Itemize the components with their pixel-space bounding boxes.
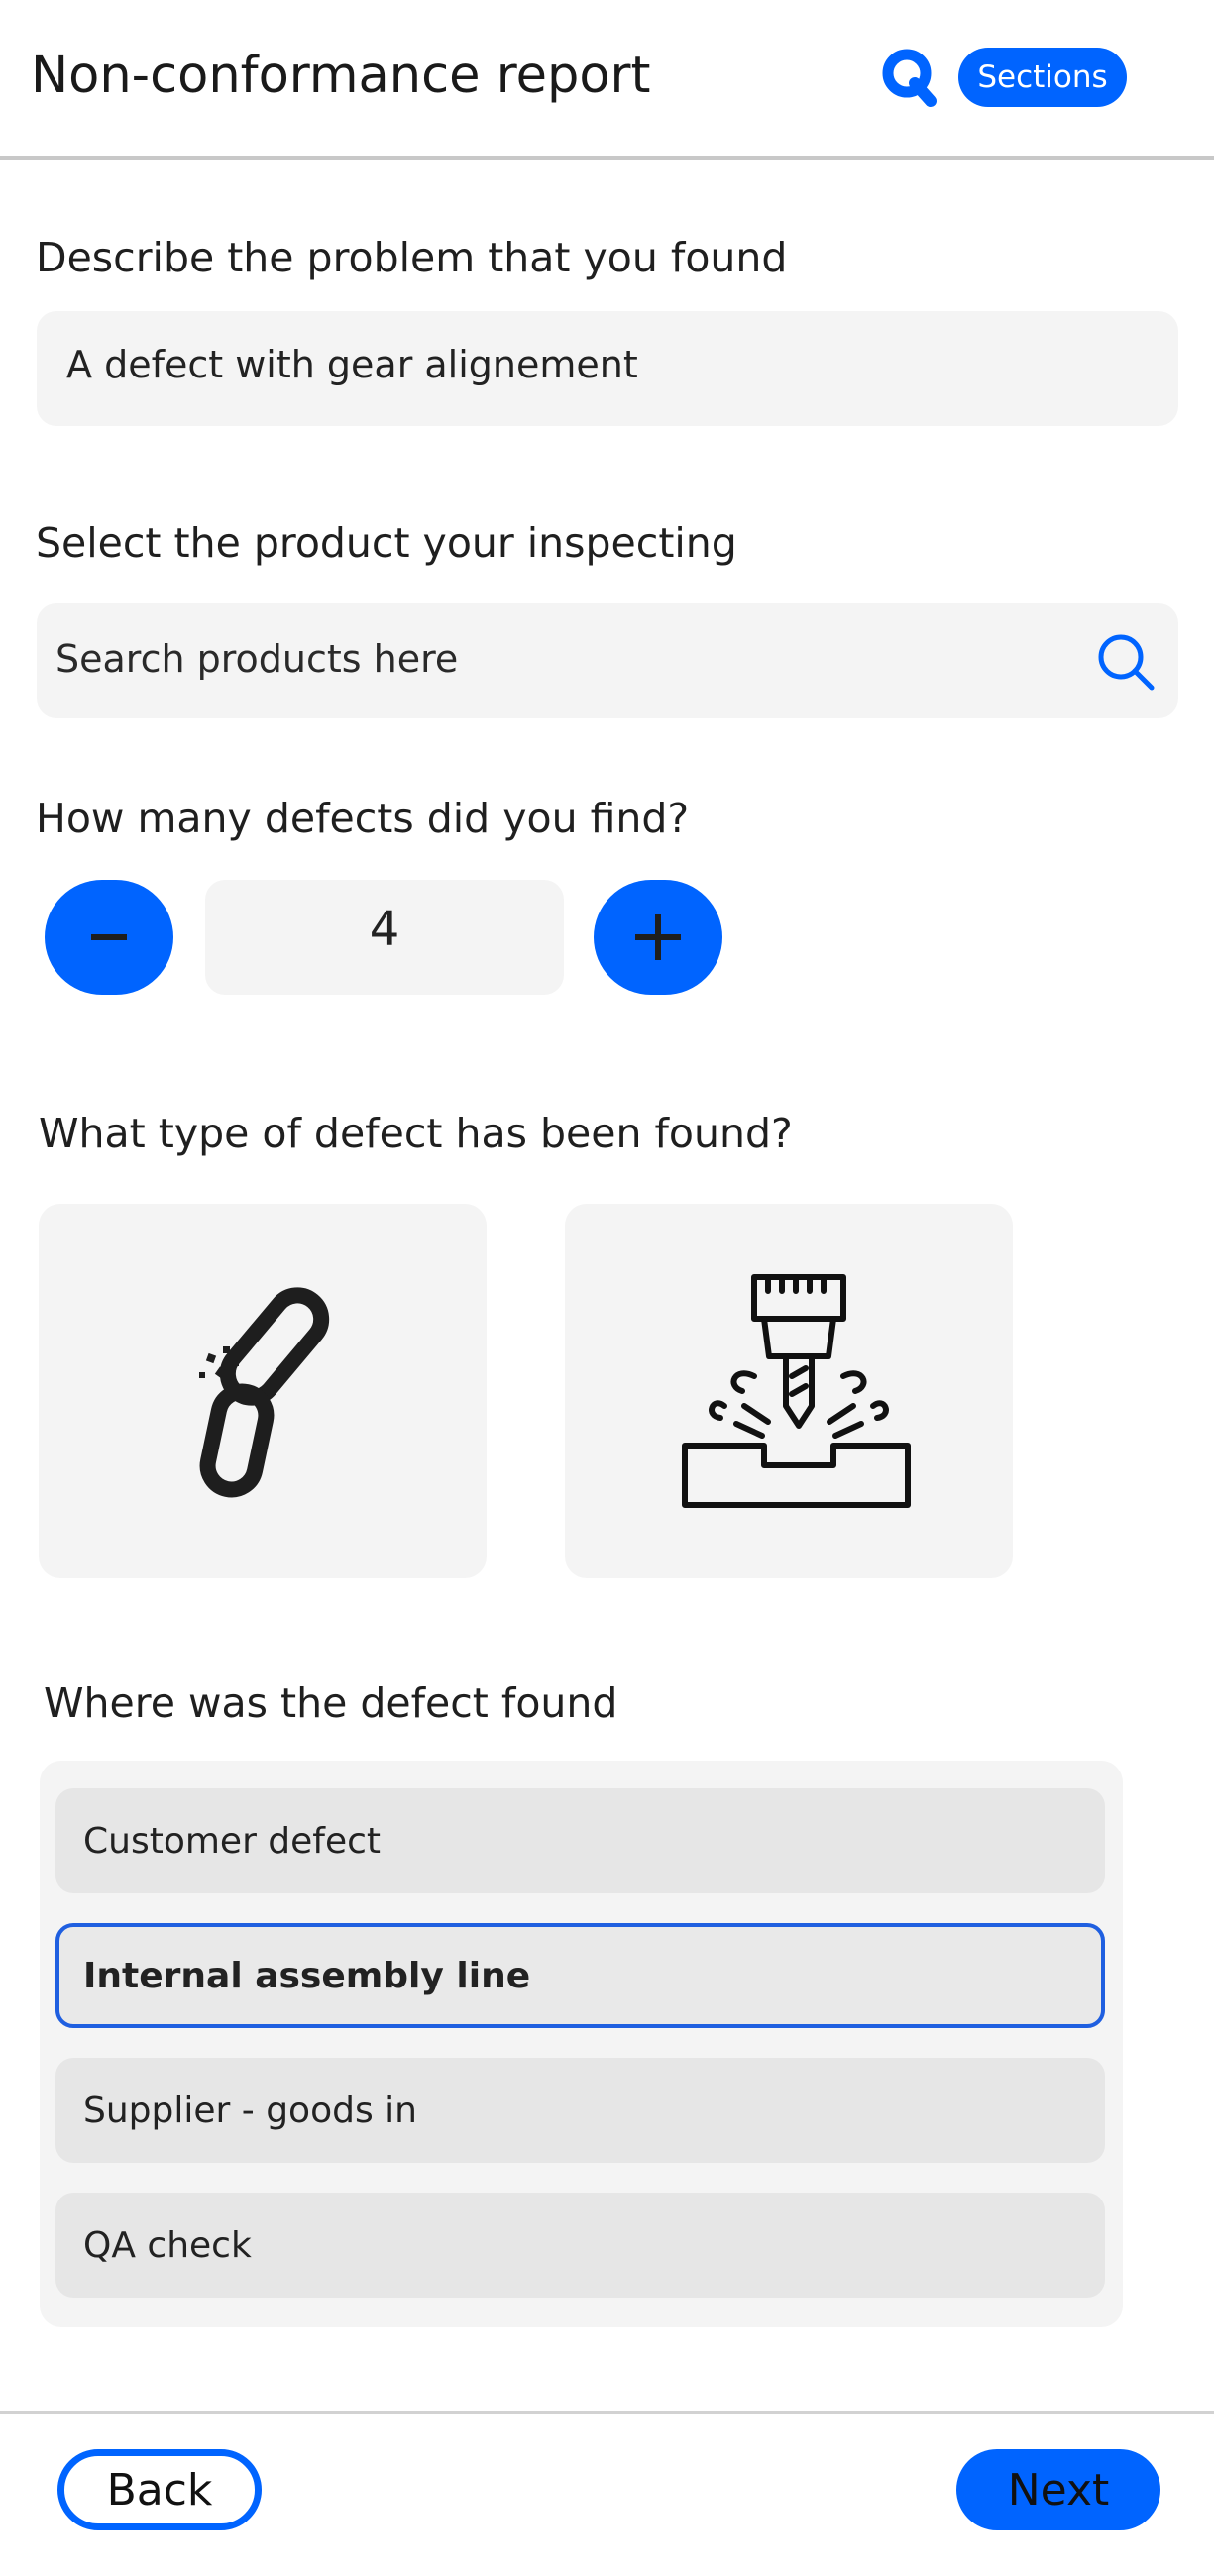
location-option-supplier[interactable]: Supplier - goods in [55, 2058, 1105, 2163]
increment-button[interactable] [594, 880, 722, 995]
location-option-customer[interactable]: Customer defect [55, 1788, 1105, 1893]
location-option-qa[interactable]: QA check [55, 2193, 1105, 2298]
location-label: Where was the defect found [44, 1679, 618, 1727]
location-option-internal[interactable]: Internal assembly line [55, 1923, 1105, 2028]
decrement-button[interactable] [45, 880, 173, 995]
q-logo-icon[interactable] [879, 44, 938, 109]
back-button[interactable]: Back [57, 2449, 262, 2530]
defect-type-option-machining[interactable] [565, 1204, 1013, 1578]
defect-count-field[interactable]: 4 [205, 880, 564, 995]
product-label: Select the product your inspecting [36, 519, 737, 567]
minus-icon [91, 934, 127, 940]
product-search-placeholder: Search products here [55, 637, 459, 681]
sections-button[interactable]: Sections [958, 48, 1127, 107]
next-button[interactable]: Next [956, 2449, 1160, 2530]
plus-icon [635, 914, 681, 960]
header-divider [0, 156, 1214, 160]
page-title: Non-conformance report [31, 47, 651, 105]
footer-divider [0, 2411, 1214, 2414]
drilling-machine-icon [682, 1274, 911, 1508]
defect-type-option-broken[interactable] [39, 1204, 487, 1578]
defect-count-label: How many defects did you find? [36, 795, 690, 842]
problem-input-value: A defect with gear alignement [66, 343, 638, 386]
search-icon[interactable] [1094, 630, 1158, 694]
defect-type-label: What type of defect has been found? [39, 1110, 793, 1157]
problem-label: Describe the problem that you found [36, 234, 788, 281]
broken-chain-icon [199, 1287, 330, 1498]
defect-count-value: 4 [369, 902, 400, 957]
